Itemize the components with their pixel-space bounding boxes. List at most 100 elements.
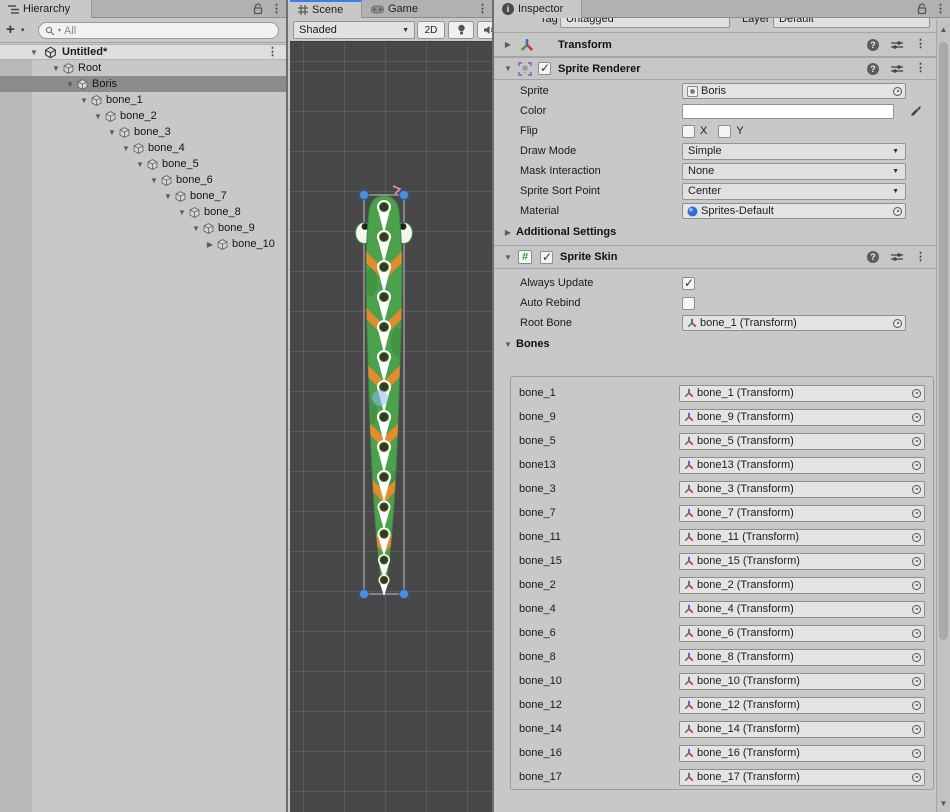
foldout-icon[interactable]: ▼ xyxy=(78,96,90,105)
create-object-caret-icon[interactable]: ▾ xyxy=(21,26,25,34)
lock-icon[interactable] xyxy=(253,3,263,15)
bone-object-field[interactable]: bone_14 (Transform) xyxy=(679,721,925,738)
object-picker-icon[interactable] xyxy=(893,319,902,328)
draw-mode-dropdown[interactable]: Simple ▼ xyxy=(682,143,906,160)
tree-row[interactable]: ▼ bone_2 xyxy=(0,108,286,124)
object-picker-icon[interactable] xyxy=(893,87,902,96)
tree-row[interactable]: ▼ bone_8 xyxy=(0,204,286,220)
scene-header-row[interactable]: ▼ Untitled* ⋮ xyxy=(0,44,286,60)
object-picker-icon[interactable] xyxy=(912,629,921,638)
tree-row[interactable]: ▶ bone_10 xyxy=(0,236,286,252)
tree-row[interactable]: ▼ bone_5 xyxy=(0,156,286,172)
sprite-object-field[interactable]: Boris xyxy=(682,83,906,99)
foldout-icon[interactable]: ▼ xyxy=(190,224,202,233)
object-picker-icon[interactable] xyxy=(912,437,921,446)
sprite-sort-point-dropdown[interactable]: Center ▼ xyxy=(682,183,906,200)
object-picker-icon[interactable] xyxy=(912,389,921,398)
search-filter-caret-icon[interactable]: ▾ xyxy=(58,27,61,34)
sprite-skin-header[interactable]: ▼ # Sprite Skin ? ⋮ xyxy=(494,245,950,269)
bone-object-field[interactable]: bone_5 (Transform) xyxy=(679,433,925,450)
bone-object-field[interactable]: bone_7 (Transform) xyxy=(679,505,925,522)
tree-row[interactable]: ▼ bone_9 xyxy=(0,220,286,236)
transform-foldout-icon[interactable]: ▶ xyxy=(502,40,514,49)
foldout-icon[interactable]: ▼ xyxy=(50,64,62,73)
tab-inspector[interactable]: i Inspector xyxy=(494,0,582,18)
inspector-menu-icon[interactable]: ⋮ xyxy=(935,4,946,15)
scene-foldout-icon[interactable]: ▼ xyxy=(28,48,40,57)
additional-settings-row[interactable]: ▶ Additional Settings xyxy=(494,222,928,242)
component-menu-icon[interactable]: ⋮ xyxy=(915,63,926,74)
create-object-button[interactable]: + xyxy=(6,22,15,38)
foldout-icon[interactable]: ▼ xyxy=(92,112,104,121)
bone-object-field[interactable]: bone_6 (Transform) xyxy=(679,625,925,642)
foldout-icon[interactable]: ▼ xyxy=(134,160,146,169)
scene-view-menu-icon[interactable]: ⋮ xyxy=(477,4,488,15)
object-picker-icon[interactable] xyxy=(912,509,921,518)
sprite-renderer-enabled-checkbox[interactable] xyxy=(538,62,551,75)
scroll-down-icon[interactable]: ▼ xyxy=(937,799,950,808)
bone-object-field[interactable]: bone_10 (Transform) xyxy=(679,673,925,690)
foldout-icon[interactable]: ▼ xyxy=(120,144,132,153)
lighting-toggle-button[interactable] xyxy=(448,21,474,39)
tab-scene[interactable]: Scene xyxy=(290,0,362,18)
object-picker-icon[interactable] xyxy=(912,725,921,734)
bone-object-field[interactable]: bone_8 (Transform) xyxy=(679,649,925,666)
component-menu-icon[interactable]: ⋮ xyxy=(915,252,926,263)
audio-toggle-button[interactable] xyxy=(477,21,492,39)
layer-dropdown[interactable]: Default xyxy=(773,18,930,28)
sprite-skin-enabled-checkbox[interactable] xyxy=(540,251,553,264)
tab-game[interactable]: Game xyxy=(363,0,427,18)
tree-row[interactable]: ▼ bone_3 xyxy=(0,124,286,140)
object-picker-icon[interactable] xyxy=(912,605,921,614)
object-picker-icon[interactable] xyxy=(912,773,921,782)
material-object-field[interactable]: Sprites-Default xyxy=(682,203,906,219)
foldout-icon[interactable]: ▶ xyxy=(204,240,216,249)
tree-row[interactable]: ▼ bone_6 xyxy=(0,172,286,188)
2d-toggle-button[interactable]: 2D xyxy=(417,21,445,39)
mask-interaction-dropdown[interactable]: None ▼ xyxy=(682,163,906,180)
bone-object-field[interactable]: bone_17 (Transform) xyxy=(679,769,925,786)
auto-rebind-checkbox[interactable] xyxy=(682,297,695,310)
foldout-icon[interactable]: ▼ xyxy=(176,208,188,217)
component-menu-icon[interactable]: ⋮ xyxy=(915,39,926,50)
foldout-icon[interactable]: ▼ xyxy=(106,128,118,137)
inspector-scrollbar[interactable]: ▲ ▼ xyxy=(936,20,950,812)
presets-icon[interactable] xyxy=(891,64,903,74)
object-picker-icon[interactable] xyxy=(912,461,921,470)
hierarchy-menu-icon[interactable]: ⋮ xyxy=(271,4,282,15)
bones-foldout-row[interactable]: ▼ Bones xyxy=(494,334,928,354)
tab-hierarchy[interactable]: Hierarchy xyxy=(0,0,92,18)
hierarchy-search-input[interactable]: ▾ All xyxy=(38,22,279,39)
bone-object-field[interactable]: bone_9 (Transform) xyxy=(679,409,925,426)
object-picker-icon[interactable] xyxy=(893,207,902,216)
scene-viewport[interactable] xyxy=(290,42,492,812)
object-picker-icon[interactable] xyxy=(912,653,921,662)
bone-object-field[interactable]: bone13 (Transform) xyxy=(679,457,925,474)
foldout-icon[interactable]: ▼ xyxy=(148,176,160,185)
object-picker-icon[interactable] xyxy=(912,413,921,422)
bone-object-field[interactable]: bone_1 (Transform) xyxy=(679,385,925,402)
sprite-renderer-foldout-icon[interactable]: ▼ xyxy=(502,64,514,73)
flip-y-checkbox[interactable] xyxy=(718,125,731,138)
lock-icon[interactable] xyxy=(917,3,927,15)
tag-dropdown[interactable]: Untagged xyxy=(560,18,730,28)
bone-object-field[interactable]: bone_2 (Transform) xyxy=(679,577,925,594)
object-picker-icon[interactable] xyxy=(912,749,921,758)
object-picker-icon[interactable] xyxy=(912,581,921,590)
object-picker-icon[interactable] xyxy=(912,485,921,494)
tree-row[interactable]: ▼ Boris xyxy=(0,76,286,92)
foldout-icon[interactable]: ▼ xyxy=(162,192,174,201)
bones-foldout-icon[interactable]: ▼ xyxy=(502,340,514,349)
color-swatch[interactable] xyxy=(682,104,894,119)
object-picker-icon[interactable] xyxy=(912,677,921,686)
presets-icon[interactable] xyxy=(891,252,903,262)
bone-object-field[interactable]: bone_4 (Transform) xyxy=(679,601,925,618)
shading-mode-dropdown[interactable]: Shaded ▼ xyxy=(293,21,415,39)
bone-object-field[interactable]: bone_3 (Transform) xyxy=(679,481,925,498)
scene-menu-icon[interactable]: ⋮ xyxy=(267,47,278,58)
object-picker-icon[interactable] xyxy=(912,557,921,566)
sprite-skin-foldout-icon[interactable]: ▼ xyxy=(502,253,514,262)
object-picker-icon[interactable] xyxy=(912,533,921,542)
scrollbar-thumb[interactable] xyxy=(939,42,948,640)
foldout-icon[interactable]: ▼ xyxy=(64,80,76,89)
